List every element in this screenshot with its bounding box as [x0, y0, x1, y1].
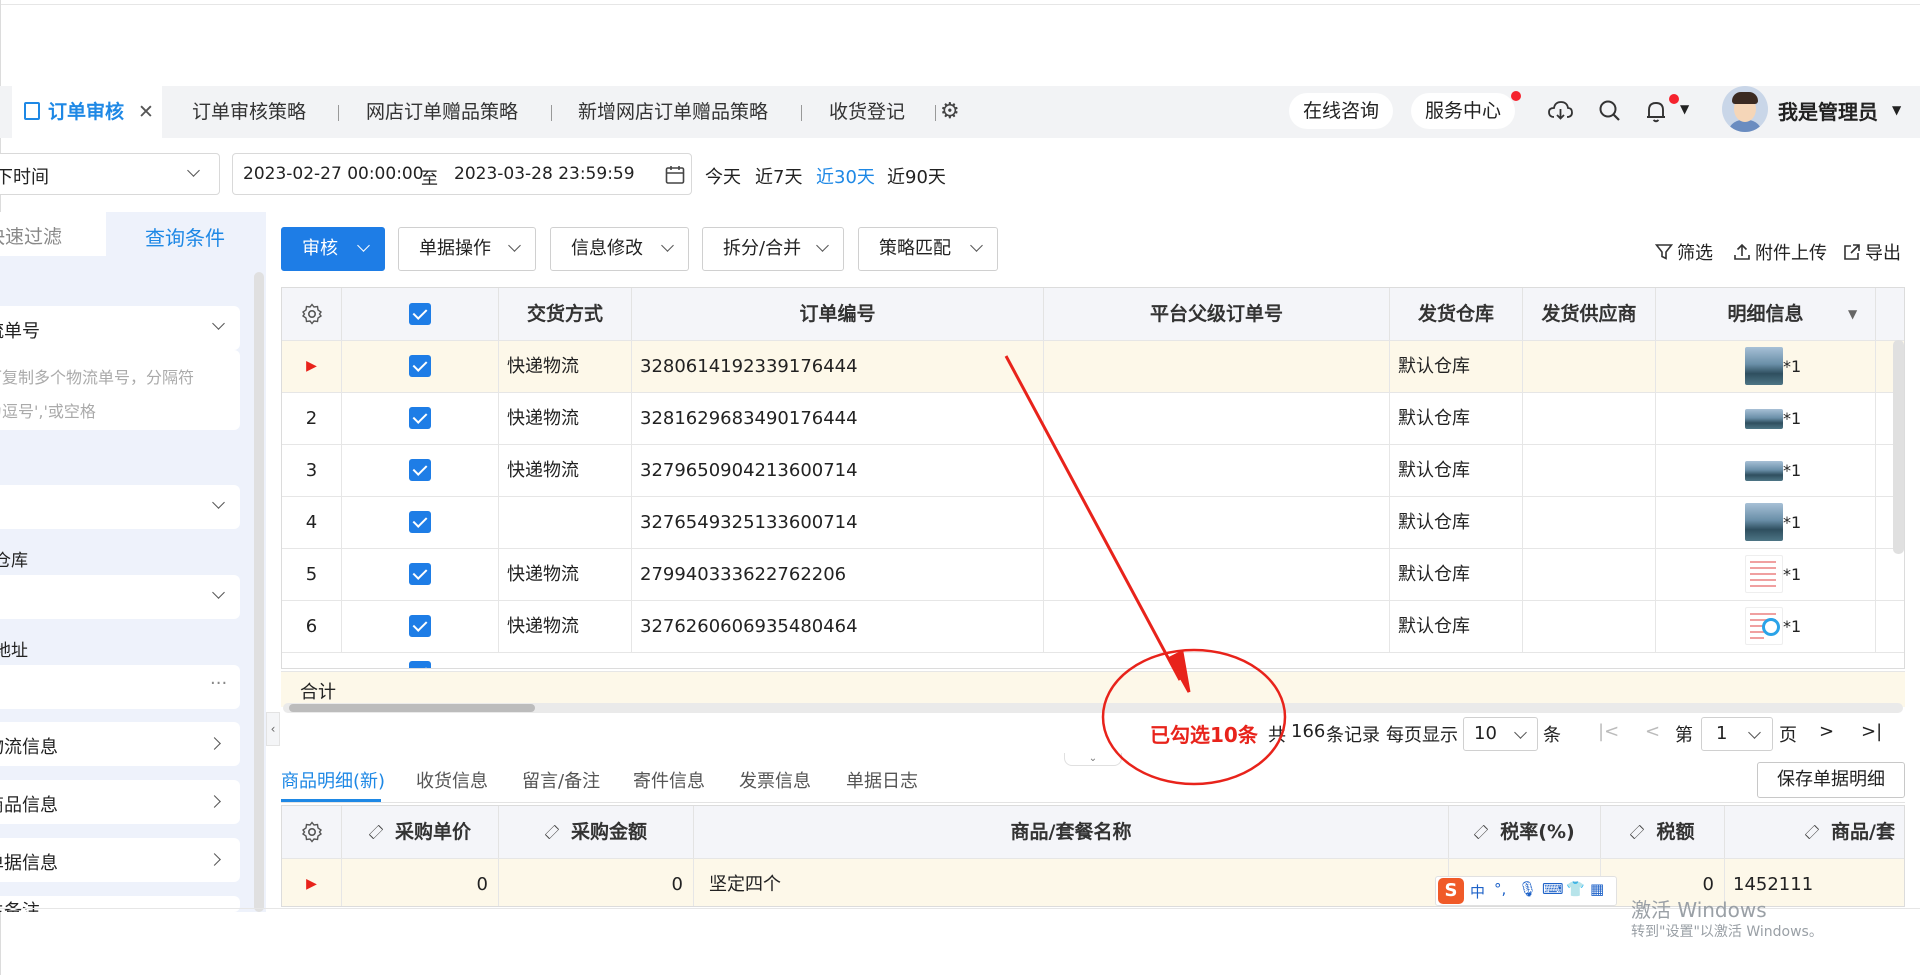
ime-toolbar[interactable]: S 中 °, 🎙 ⌨ 👕 ▦	[1435, 876, 1617, 906]
ime-language[interactable]: 中	[1470, 881, 1485, 902]
windows-activation-hint: 转到"设置"以激活 Windows。	[1631, 924, 1823, 940]
annotation-arrow-shaft	[1004, 355, 1182, 681]
windows-activation-title: 激活 Windows	[1631, 898, 1767, 922]
microphone-icon[interactable]: 🎙	[1518, 880, 1537, 898]
sogou-logo-icon: S	[1438, 878, 1464, 904]
keyboard-icon[interactable]: ⌨	[1542, 880, 1564, 898]
annotation-arrow-head	[1167, 649, 1191, 693]
apps-grid-icon[interactable]: ▦	[1590, 880, 1604, 898]
skin-icon[interactable]: 👕	[1566, 880, 1585, 898]
punctuation-icon[interactable]: °,	[1494, 880, 1506, 898]
annotation-ellipse	[1101, 648, 1287, 786]
annotation-overlay	[1004, 355, 1287, 786]
